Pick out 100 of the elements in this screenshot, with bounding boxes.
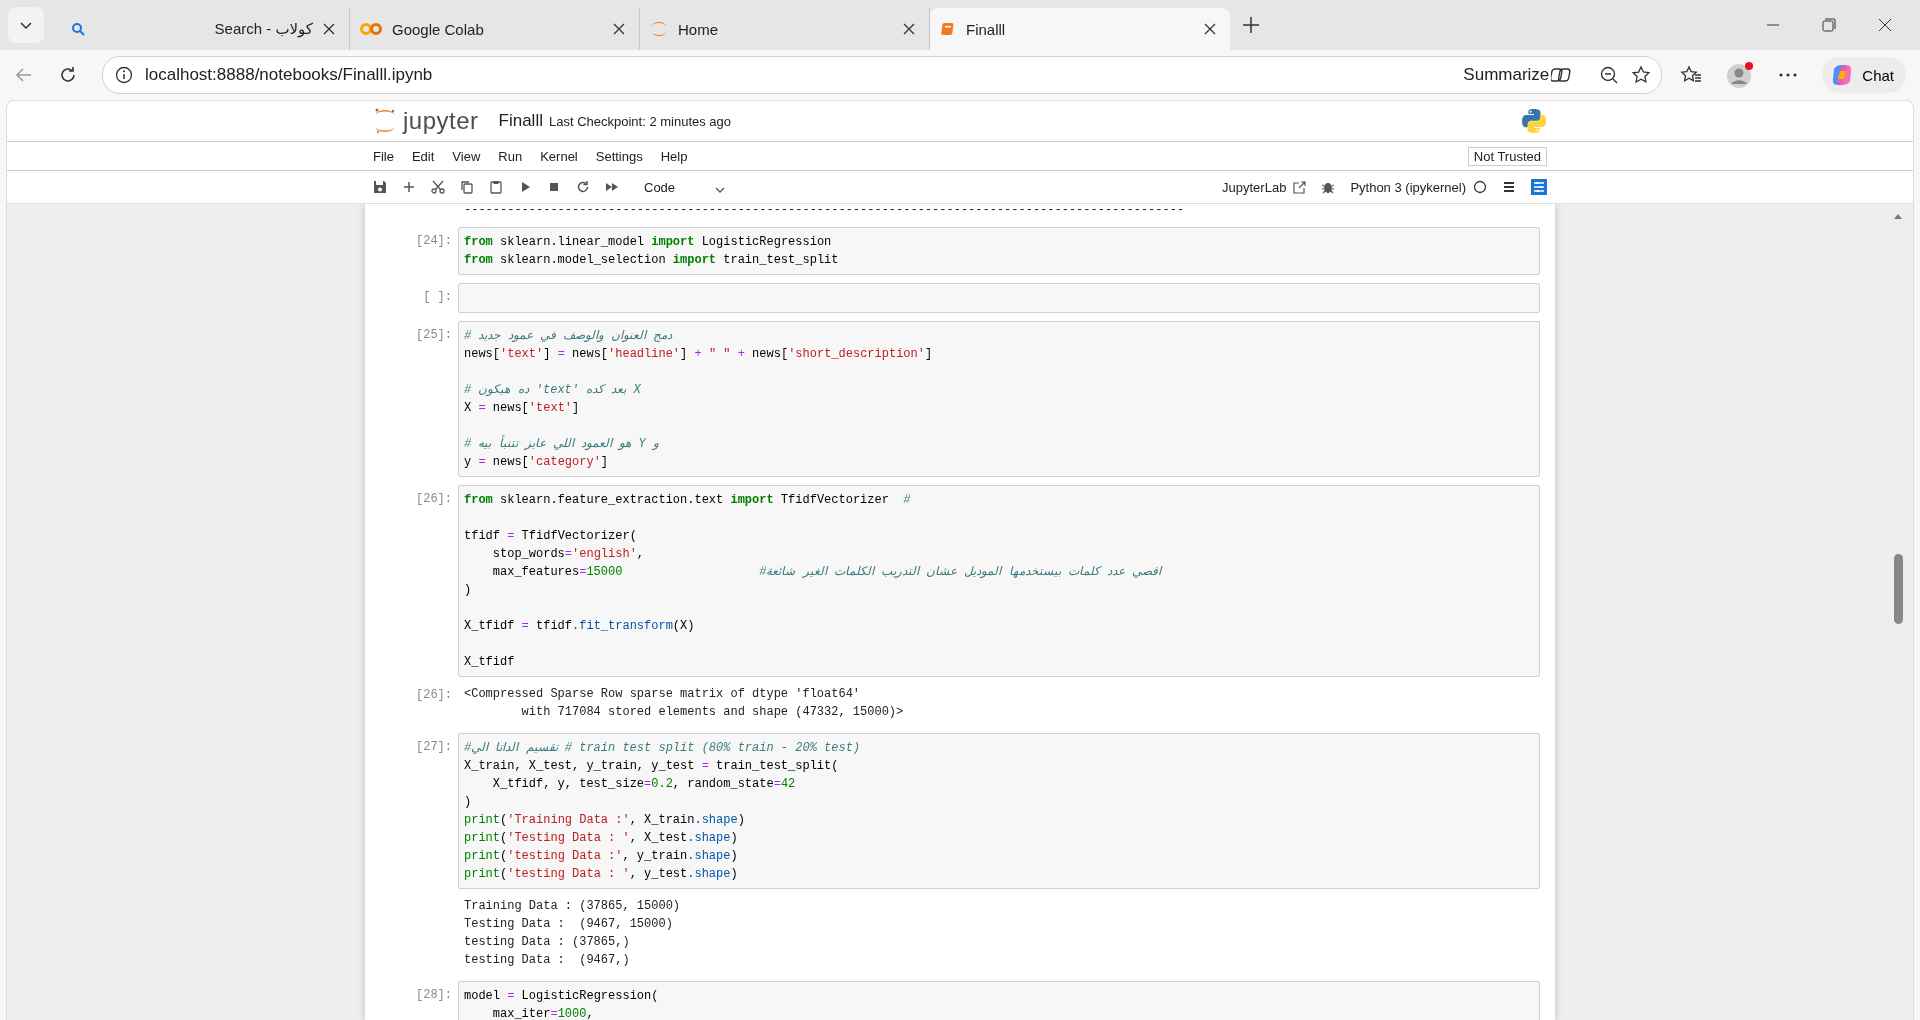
- browser-tab[interactable]: Search - كولاب: [60, 8, 350, 50]
- tab-title: Home: [678, 20, 719, 38]
- notebook-icon: [940, 21, 956, 37]
- info-icon[interactable]: [115, 66, 133, 84]
- code-line: from sklearn.linear_model import LogisticRegression: [464, 234, 832, 251]
- cell-prompt: [25]:: [416, 328, 452, 342]
- new-tab-icon[interactable]: [1242, 16, 1260, 34]
- code-line: # دمج العنوان والوصف في عمود جديد: [464, 328, 673, 345]
- star-icon[interactable]: [1631, 65, 1652, 85]
- menu-item[interactable]: File: [373, 148, 394, 164]
- code-line: stop_words='english',: [491, 546, 645, 563]
- menu-icon[interactable]: [1502, 180, 1516, 194]
- paste-icon[interactable]: [489, 180, 503, 194]
- menu-item[interactable]: Kernel: [540, 148, 578, 164]
- tab-title: Search - كولاب: [213, 20, 313, 38]
- code-line: ): [464, 582, 472, 599]
- bug-icon[interactable]: [1321, 180, 1336, 194]
- favorites-icon[interactable]: [1680, 65, 1703, 85]
- jupyterlab-link[interactable]: JupyterLab: [1222, 179, 1287, 195]
- external-link-icon[interactable]: [1293, 180, 1307, 194]
- code-cell[interactable]: [458, 321, 1540, 477]
- code-line: # هو العمود اللي عايز تتنبأ بيه Y و: [464, 435, 660, 453]
- code-cell[interactable]: [458, 283, 1540, 313]
- output-line: testing Data : (37865,): [464, 934, 630, 951]
- cut-icon[interactable]: [431, 180, 445, 194]
- output-line: with 717084 stored elements and shape (47332, 15000)>: [520, 704, 904, 721]
- profile-avatar-icon[interactable]: [1726, 61, 1755, 89]
- menu-item[interactable]: Help: [660, 148, 688, 164]
- code-line: from sklearn.model_selection import train_test_split: [464, 252, 839, 269]
- close-icon[interactable]: [1878, 18, 1892, 32]
- kernel-name[interactable]: Python 3 (ipykernel): [1350, 179, 1466, 195]
- browser-tab[interactable]: Google Colab: [350, 8, 640, 50]
- tab-title: Google Colab: [392, 20, 485, 38]
- fast-forward-icon[interactable]: [605, 180, 619, 194]
- code-line: tfidf = TfidfVectorizer(: [464, 528, 637, 545]
- copy-icon[interactable]: [460, 180, 474, 194]
- code-line: ): [464, 794, 472, 811]
- checkpoint-text: Last Checkpoint: 2 minutes ago: [548, 113, 732, 129]
- code-line: X = news['text']: [464, 400, 580, 417]
- cell-prompt: [26]:: [416, 492, 452, 506]
- stop-icon[interactable]: [547, 180, 561, 194]
- search-icon: [70, 21, 86, 37]
- code-line: from sklearn.feature_extraction.text import TfidfVectorizer #: [464, 492, 911, 509]
- plus-icon[interactable]: [402, 180, 416, 194]
- more-icon[interactable]: [1778, 72, 1799, 78]
- scrollbar-thumb[interactable]: [1894, 554, 1903, 624]
- cell-prompt: [28]:: [416, 988, 452, 1002]
- code-line: X_tfidf: [464, 654, 515, 671]
- scroll-up-icon[interactable]: [1893, 212, 1903, 220]
- menu-item[interactable]: Settings: [595, 148, 643, 164]
- browser-tab[interactable]: Finalll: [930, 8, 1230, 50]
- close-icon[interactable]: [903, 23, 915, 35]
- code-cell[interactable]: model = LogisticRegression( max_iter=1000,: [458, 981, 1540, 1020]
- summarize-button[interactable]: Summarize: [1457, 64, 1580, 86]
- close-icon[interactable]: [1204, 23, 1216, 35]
- code-line: print('testing Data :', y_train.shape): [464, 848, 738, 865]
- code-line: X_train, X_test, y_train, y_test = train_test_split(: [464, 758, 839, 775]
- code-line: # ده هيكون 'text' بعد كده X: [464, 382, 641, 399]
- code-cell[interactable]: [458, 485, 1540, 677]
- code-line: #تقسيم الداتا الي # train test split (80% train - 20% test): [464, 740, 861, 757]
- kernel-idle-icon: [1473, 180, 1487, 194]
- code-line: max_iter=1000,: [491, 1006, 594, 1020]
- menu-item[interactable]: View: [452, 148, 481, 164]
- output-line: <Compressed Sparse Row sparse matrix of dtype 'float64': [464, 686, 861, 703]
- restart-icon[interactable]: [576, 180, 590, 194]
- address-bar[interactable]: localhost:8888/notebooks/Finalll.ipynb Summarize: [102, 56, 1663, 94]
- menu-item[interactable]: Run: [498, 148, 523, 164]
- cell-prompt: [24]:: [416, 234, 452, 248]
- cell-prompt: [26]:: [416, 688, 452, 702]
- code-line: print('Testing Data : ', X_test.shape): [464, 830, 738, 847]
- tab-list-button[interactable]: [8, 7, 44, 43]
- restore-icon[interactable]: [1822, 18, 1836, 32]
- python-logo-icon: [1521, 108, 1547, 134]
- cell-prompt: [27]:: [416, 740, 452, 754]
- save-icon[interactable]: [373, 180, 387, 194]
- code-cell[interactable]: [458, 733, 1540, 889]
- jupyter-logo-icon: [373, 107, 397, 135]
- close-icon[interactable]: [613, 23, 625, 35]
- trust-indicator[interactable]: Not Trusted: [1467, 146, 1547, 166]
- menu-item[interactable]: Edit: [411, 148, 435, 164]
- cell-type-select[interactable]: Code: [644, 179, 726, 195]
- url-text: localhost:8888/notebooks/Finalll.ipynb: [145, 65, 433, 85]
- reload-icon[interactable]: [58, 65, 78, 85]
- zoom-out-icon[interactable]: [1599, 65, 1620, 85]
- code-cell[interactable]: from sklearn.linear_model import LogisticRegression from sklearn.model_selection import train_test_split: [458, 227, 1540, 275]
- caret-icon: [715, 187, 726, 193]
- close-icon[interactable]: [323, 23, 335, 35]
- code-line: X_tfidf, y, test_size=0.2, random_state=42: [491, 776, 796, 793]
- code-line: print('Training Data :', X_train.shape): [464, 812, 745, 829]
- output-line: ----------------------------------------------------------------------------------------------------: [464, 204, 1185, 219]
- settings-icon[interactable]: [1531, 179, 1547, 195]
- chat-button[interactable]: Chat: [1822, 57, 1906, 93]
- code-line: news['text'] = news['headline'] + " " + news['short_description']: [464, 346, 933, 363]
- output-line: Testing Data : (9467, 15000): [464, 916, 673, 933]
- code-line: print('testing Data : ', y_test.shape): [464, 866, 738, 883]
- cell-prompt: [ ]:: [423, 290, 452, 304]
- code-line: y = news['category']: [464, 454, 609, 471]
- code-line: model = LogisticRegression(: [464, 988, 659, 1005]
- code-line: X_tfidf = tfidf.fit_transform(X): [464, 618, 695, 635]
- notebook-name[interactable]: Finalll: [498, 111, 543, 131]
